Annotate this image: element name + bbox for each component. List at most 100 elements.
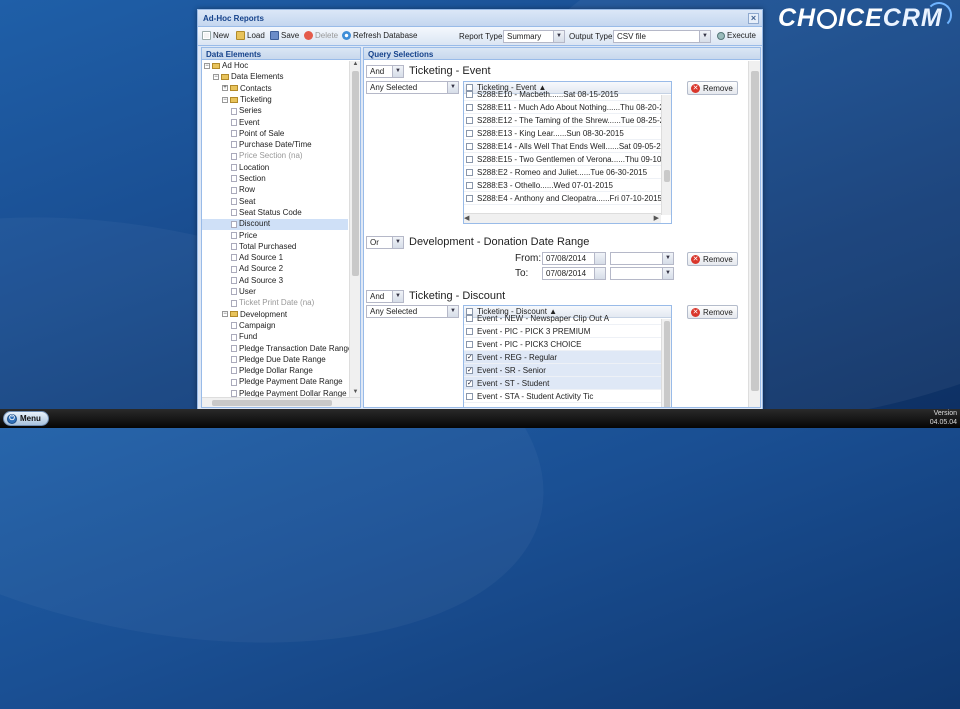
grid-row[interactable]: ✓ Event - REG - Regular xyxy=(464,351,671,364)
discount-operator-select[interactable]: And ▼ xyxy=(366,290,404,303)
row-checkbox[interactable]: ✓ xyxy=(466,380,473,388)
tree-node[interactable]: Discount xyxy=(202,219,348,231)
scroll-thumb[interactable] xyxy=(664,321,670,407)
row-checkbox[interactable] xyxy=(466,195,473,203)
event-operator-select[interactable]: And ▼ xyxy=(366,65,404,78)
grid-row[interactable]: S288:E11 - Much Ado About Nothing......T… xyxy=(464,101,671,114)
grid-row[interactable]: S288:E2 - Romeo and Juliet......Tue 06-3… xyxy=(464,166,671,179)
scroll-thumb[interactable] xyxy=(664,170,670,182)
scroll-thumb[interactable] xyxy=(751,71,759,391)
grid-row[interactable]: Event - PIC - PICK 3 PREMIUM xyxy=(464,325,671,338)
row-checkbox[interactable] xyxy=(466,117,473,125)
collapse-icon[interactable]: − xyxy=(204,62,210,69)
tree-node[interactable]: Series xyxy=(231,106,262,117)
scroll-right-icon[interactable]: ▶ xyxy=(654,214,659,222)
to-time-select[interactable]: ▼ xyxy=(610,267,674,280)
expand-icon[interactable]: + xyxy=(222,85,228,92)
row-checkbox[interactable] xyxy=(466,130,473,138)
tree-node[interactable]: Seat xyxy=(231,197,255,208)
load-button[interactable]: Load xyxy=(236,31,265,40)
remove-donation-button[interactable]: ✕ Remove xyxy=(687,252,738,266)
donation-operator-select[interactable]: Or ▼ xyxy=(366,236,404,249)
new-button[interactable]: New xyxy=(202,31,229,40)
tree-node[interactable]: Fund xyxy=(231,332,257,343)
execute-button[interactable]: Execute xyxy=(717,31,756,40)
grid-row[interactable]: S288:E15 - Two Gentlemen of Verona......… xyxy=(464,153,671,166)
tree-node[interactable]: Row xyxy=(231,185,255,196)
collapse-icon[interactable]: − xyxy=(213,74,219,81)
row-checkbox[interactable] xyxy=(466,315,473,323)
calendar-icon[interactable] xyxy=(594,268,605,279)
row-checkbox[interactable] xyxy=(466,393,473,401)
tree-node[interactable]: − Ticketing xyxy=(222,95,272,106)
row-checkbox[interactable]: ✓ xyxy=(466,354,473,362)
scroll-up-icon[interactable]: ▲ xyxy=(350,61,361,70)
tree-node[interactable]: Price Section (na) xyxy=(231,151,303,162)
refresh-database-button[interactable]: Refresh Database xyxy=(342,31,417,40)
calendar-icon[interactable] xyxy=(594,253,605,264)
grid-row[interactable]: Event - STA - Student Activity Tic xyxy=(464,390,671,403)
grid-row[interactable]: S288:E12 - The Taming of the Shrew......… xyxy=(464,114,671,127)
delete-button[interactable]: Delete xyxy=(304,31,338,40)
tree-node[interactable]: Event xyxy=(231,118,259,129)
tree-node[interactable]: − Data Elements xyxy=(213,72,283,83)
tree-node[interactable]: Seat Status Code xyxy=(231,208,302,219)
row-checkbox[interactable] xyxy=(466,156,473,164)
tree-node[interactable]: Section xyxy=(231,174,266,185)
tree-node[interactable]: Total Purchased xyxy=(231,242,296,253)
tree-node[interactable]: Point of Sale xyxy=(231,129,284,140)
tree-node[interactable]: Ad Source 1 xyxy=(231,253,283,264)
event-grid-hscrollbar[interactable]: ◀ ▶ xyxy=(464,213,661,223)
grid-row[interactable]: Event - PIC - PICK3 CHOICE xyxy=(464,338,671,351)
tree-horizontal-scrollbar[interactable] xyxy=(202,397,360,407)
collapse-icon[interactable]: − xyxy=(222,311,228,318)
tree-node[interactable]: − Development xyxy=(222,310,287,321)
tree-node[interactable]: Pledge Dollar Range xyxy=(231,366,313,377)
remove-discount-button[interactable]: ✕ Remove xyxy=(687,305,738,319)
tree-vertical-scrollbar[interactable]: ▲ ▼ xyxy=(349,61,360,398)
tree-node[interactable]: Purchase Date/Time xyxy=(231,140,312,151)
report-type-select[interactable]: Summary ▼ xyxy=(503,30,565,43)
row-checkbox[interactable] xyxy=(466,169,473,177)
close-window-button[interactable]: × xyxy=(748,13,759,24)
grid-row[interactable]: ✓ Event - ST - Student xyxy=(464,377,671,390)
tree-node[interactable]: Pledge Due Date Range xyxy=(231,355,326,366)
window-titlebar[interactable]: Ad-Hoc Reports × xyxy=(198,10,762,27)
scroll-left-icon[interactable]: ◀ xyxy=(464,215,469,222)
tree-node[interactable]: Ad Source 2 xyxy=(231,264,283,275)
tree-node[interactable]: User xyxy=(231,287,256,298)
grid-row[interactable]: S288:E10 - Macbeth......Sat 08-15-2015 xyxy=(464,88,671,101)
menu-button[interactable]: ⏻ Menu xyxy=(3,411,49,426)
tree-node[interactable]: Ad Source 3 xyxy=(231,276,283,287)
tree-node[interactable]: − Ad Hoc xyxy=(204,61,248,72)
row-checkbox[interactable] xyxy=(466,341,473,349)
grid-row[interactable]: Event - NEW - Newspaper Clip Out A xyxy=(464,312,671,325)
from-date-field[interactable]: 07/08/2014 xyxy=(542,252,606,265)
discount-grid-scrollbar[interactable] xyxy=(661,319,671,407)
event-grid-scrollbar[interactable] xyxy=(661,95,671,215)
row-checkbox[interactable] xyxy=(466,328,473,336)
grid-row[interactable]: S288:E13 - King Lear......Sun 08-30-2015 xyxy=(464,127,671,140)
scroll-thumb[interactable] xyxy=(212,400,332,406)
tree-node[interactable]: Price xyxy=(231,231,257,242)
tree-node[interactable]: Location xyxy=(231,163,269,174)
query-vertical-scrollbar[interactable] xyxy=(748,61,760,407)
tree-node[interactable]: Campaign xyxy=(231,321,275,332)
row-checkbox[interactable] xyxy=(466,104,473,112)
output-type-select[interactable]: CSV file ▼ xyxy=(613,30,711,43)
event-match-mode-select[interactable]: Any Selected ▼ xyxy=(366,81,459,94)
save-button[interactable]: Save xyxy=(270,31,299,40)
to-date-field[interactable]: 07/08/2014 xyxy=(542,267,606,280)
grid-row[interactable]: S288:E14 - Alls Well That Ends Well.....… xyxy=(464,140,671,153)
tree-node[interactable]: Ticket Print Date (na) xyxy=(231,298,314,309)
grid-row[interactable]: S288:E4 - Anthony and Cleopatra......Fri… xyxy=(464,192,671,205)
remove-event-button[interactable]: ✕ Remove xyxy=(687,81,738,95)
row-checkbox[interactable]: ✓ xyxy=(466,367,473,375)
scroll-thumb[interactable] xyxy=(352,71,359,276)
tree-node[interactable]: + Contacts xyxy=(222,84,272,95)
from-time-select[interactable]: ▼ xyxy=(610,252,674,265)
row-checkbox[interactable] xyxy=(466,182,473,190)
tree-node[interactable]: Pledge Transaction Date Range xyxy=(231,344,350,355)
discount-match-mode-select[interactable]: Any Selected ▼ xyxy=(366,305,459,318)
grid-row[interactable]: ✓ Event - SR - Senior xyxy=(464,364,671,377)
